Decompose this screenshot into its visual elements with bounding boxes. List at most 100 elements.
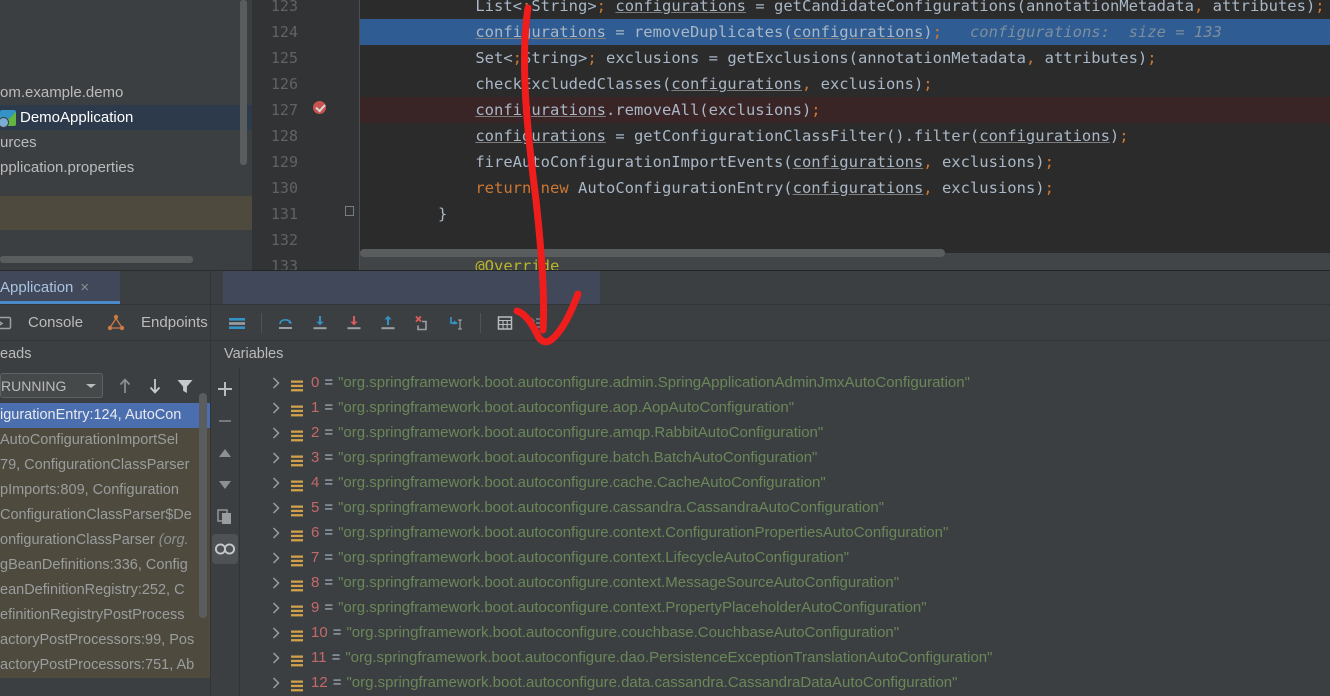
variable-value: "org.springframework.boot.autoconfigure.… xyxy=(346,624,900,641)
code-line[interactable]: configurations = getConfigurationClassFi… xyxy=(360,123,1330,149)
variable-row[interactable]: 10 = "org.springframework.boot.autoconfigu… xyxy=(240,620,1330,645)
array-element-icon xyxy=(290,551,304,566)
variable-row[interactable]: 2 = "org.springframework.boot.autoconfigur… xyxy=(240,420,1330,445)
code-text[interactable]: List<;String>; configurations = getCandi… xyxy=(360,0,1330,271)
chevron-right-icon[interactable] xyxy=(268,451,284,464)
frame-row[interactable]: 79, ConfigurationClassParser xyxy=(0,453,210,478)
pane-separator-top xyxy=(210,271,211,340)
add-watch-icon[interactable] xyxy=(212,374,238,404)
variable-row[interactable]: 0 = "org.springframework.boot.autoconfigur… xyxy=(240,370,1330,395)
chevron-right-icon[interactable] xyxy=(268,426,284,439)
variables-pane-title[interactable]: Variables xyxy=(224,341,283,368)
project-horizontal-scrollbar[interactable] xyxy=(0,256,193,263)
toolbar-separator-1 xyxy=(260,312,262,333)
code-line[interactable]: List<;String>; configurations = getCandi… xyxy=(360,0,1330,19)
filter-frames-icon[interactable] xyxy=(173,374,197,398)
chevron-right-icon[interactable] xyxy=(268,526,284,539)
step-over-icon[interactable] xyxy=(275,312,297,334)
evaluate-expression-icon[interactable] xyxy=(494,312,516,334)
threads-pane-title[interactable]: eads xyxy=(0,341,31,368)
frame-down-icon[interactable] xyxy=(143,374,167,398)
code-fold-icon[interactable] xyxy=(344,205,354,216)
force-step-into-icon[interactable] xyxy=(343,312,365,334)
frame-row[interactable]: AutoConfigurationImportSel xyxy=(0,428,210,453)
array-element-icon xyxy=(290,651,304,666)
project-tree-item[interactable]: om.example.demo xyxy=(0,80,252,105)
frame-row[interactable]: gBeanDefinitions:336, Config xyxy=(0,553,210,578)
variable-row[interactable]: 12 = "org.springframework.boot.autoconfigu… xyxy=(240,670,1330,695)
watches-mini-toolbar xyxy=(211,368,239,696)
chevron-right-icon[interactable] xyxy=(268,576,284,589)
frame-row[interactable]: ConfigurationClassParser$De xyxy=(0,503,210,528)
variable-row[interactable]: 7 = "org.springframework.boot.autoconfigur… xyxy=(240,545,1330,570)
frame-row[interactable]: actoryPostProcessors:751, Ab xyxy=(0,653,210,678)
hide-frames-icon[interactable] xyxy=(528,312,550,334)
project-vertical-scrollbar[interactable] xyxy=(240,0,247,165)
code-line[interactable]: configurations.removeAll(exclusions); xyxy=(360,97,1330,123)
chevron-right-icon[interactable] xyxy=(268,651,284,664)
variable-row[interactable]: 6 = "org.springframework.boot.autoconfigur… xyxy=(240,520,1330,545)
editor-gutter[interactable]: 123 124 125 126 127 128 129 130 131 132 133 xyxy=(252,0,612,271)
chevron-right-icon[interactable] xyxy=(268,601,284,614)
breakpoint-verified-icon[interactable] xyxy=(313,101,326,114)
array-element-icon xyxy=(290,401,304,416)
code-line[interactable]: checkExcludedClasses(configurations, exc… xyxy=(360,71,1330,97)
frame-row[interactable]: pImports:809, Configuration xyxy=(0,478,210,503)
endpoints-icon[interactable] xyxy=(105,312,127,334)
variable-row[interactable]: 3 = "org.springframework.boot.autoconfigur… xyxy=(240,445,1330,470)
variable-index: 3 xyxy=(311,449,320,466)
frame-row[interactable]: onfigurationClassParser (org. xyxy=(0,528,210,553)
variable-row[interactable]: 8 = "org.springframework.boot.autoconfigur… xyxy=(240,570,1330,595)
project-tree-panel[interactable]: om.example.demo DemoApplication urces pplic… xyxy=(0,0,252,271)
frame-row[interactable]: actoryPostProcessors:99, Pos xyxy=(0,628,210,653)
chevron-right-icon[interactable] xyxy=(268,626,284,639)
frames-layout-icon[interactable] xyxy=(226,312,248,334)
chevron-right-icon[interactable] xyxy=(268,376,284,389)
editor-horizontal-scrollbar[interactable] xyxy=(360,249,945,257)
move-watch-down-icon[interactable] xyxy=(212,470,238,500)
thread-state-dropdown[interactable]: RUNNING xyxy=(0,373,103,398)
project-tree-item[interactable]: DemoApplication xyxy=(0,105,252,130)
chevron-right-icon[interactable] xyxy=(268,676,284,689)
variable-equals: = xyxy=(324,524,334,541)
tab-endpoints[interactable]: Endpoints xyxy=(133,305,216,340)
chevron-right-icon[interactable] xyxy=(268,476,284,489)
variable-row[interactable]: 5 = "org.springframework.boot.autoconfigur… xyxy=(240,495,1330,520)
frame-row[interactable]: igurationEntry:124, AutoCon xyxy=(0,403,210,428)
project-tree-item[interactable]: pplication.properties xyxy=(0,155,252,180)
console-icon[interactable] xyxy=(0,312,14,334)
frames-vertical-scrollbar[interactable] xyxy=(199,393,207,618)
code-editor[interactable]: 123 124 125 126 127 128 129 130 131 132 133 List<;… xyxy=(0,0,1330,271)
step-out-icon[interactable] xyxy=(377,312,399,334)
variable-row[interactable]: 1 = "org.springframework.boot.autoconfigur… xyxy=(240,395,1330,420)
show-watches-icon[interactable] xyxy=(212,534,238,564)
chevron-right-icon[interactable] xyxy=(268,501,284,514)
drop-frame-icon[interactable] xyxy=(411,312,433,334)
code-line[interactable]: configurations = removeDuplicates(config… xyxy=(360,19,1330,45)
run-to-cursor-icon[interactable] xyxy=(445,312,467,334)
frames-list[interactable]: igurationEntry:124, AutoCon AutoConfigura… xyxy=(0,403,210,696)
code-line[interactable]: Set<;String>; exclusions = getExclusions… xyxy=(360,45,1330,71)
chevron-right-icon[interactable] xyxy=(268,401,284,414)
frame-up-icon[interactable] xyxy=(113,374,137,398)
remove-watch-icon[interactable] xyxy=(212,406,238,436)
copy-value-icon[interactable] xyxy=(212,502,238,532)
code-line[interactable]: return new AutoConfigurationEntry(config… xyxy=(360,175,1330,201)
variable-row[interactable]: 4 = "org.springframework.boot.autoconfigur… xyxy=(240,470,1330,495)
move-watch-up-icon[interactable] xyxy=(212,438,238,468)
close-icon[interactable]: × xyxy=(80,280,89,295)
variable-row[interactable]: 11 = "org.springframework.boot.autoconfigu… xyxy=(240,645,1330,670)
array-element-icon xyxy=(290,576,304,591)
array-element-icon xyxy=(290,526,304,541)
variables-panel[interactable]: 0 = "org.springframework.boot.autoconfigur… xyxy=(240,368,1330,696)
chevron-right-icon[interactable] xyxy=(268,551,284,564)
variable-row[interactable]: 9 = "org.springframework.boot.autoconfigur… xyxy=(240,595,1330,620)
project-tree-item[interactable]: urces xyxy=(0,130,252,155)
tab-console[interactable]: Console xyxy=(20,305,91,340)
tab-application[interactable]: Application × xyxy=(0,271,120,304)
frame-row[interactable]: efinitionRegistryPostProcess xyxy=(0,603,210,628)
step-into-icon[interactable] xyxy=(309,312,331,334)
code-line[interactable]: } xyxy=(360,201,1330,227)
frame-row[interactable]: eanDefinitionRegistry:252, C xyxy=(0,578,210,603)
code-line[interactable]: fireAutoConfigurationImportEvents(config… xyxy=(360,149,1330,175)
